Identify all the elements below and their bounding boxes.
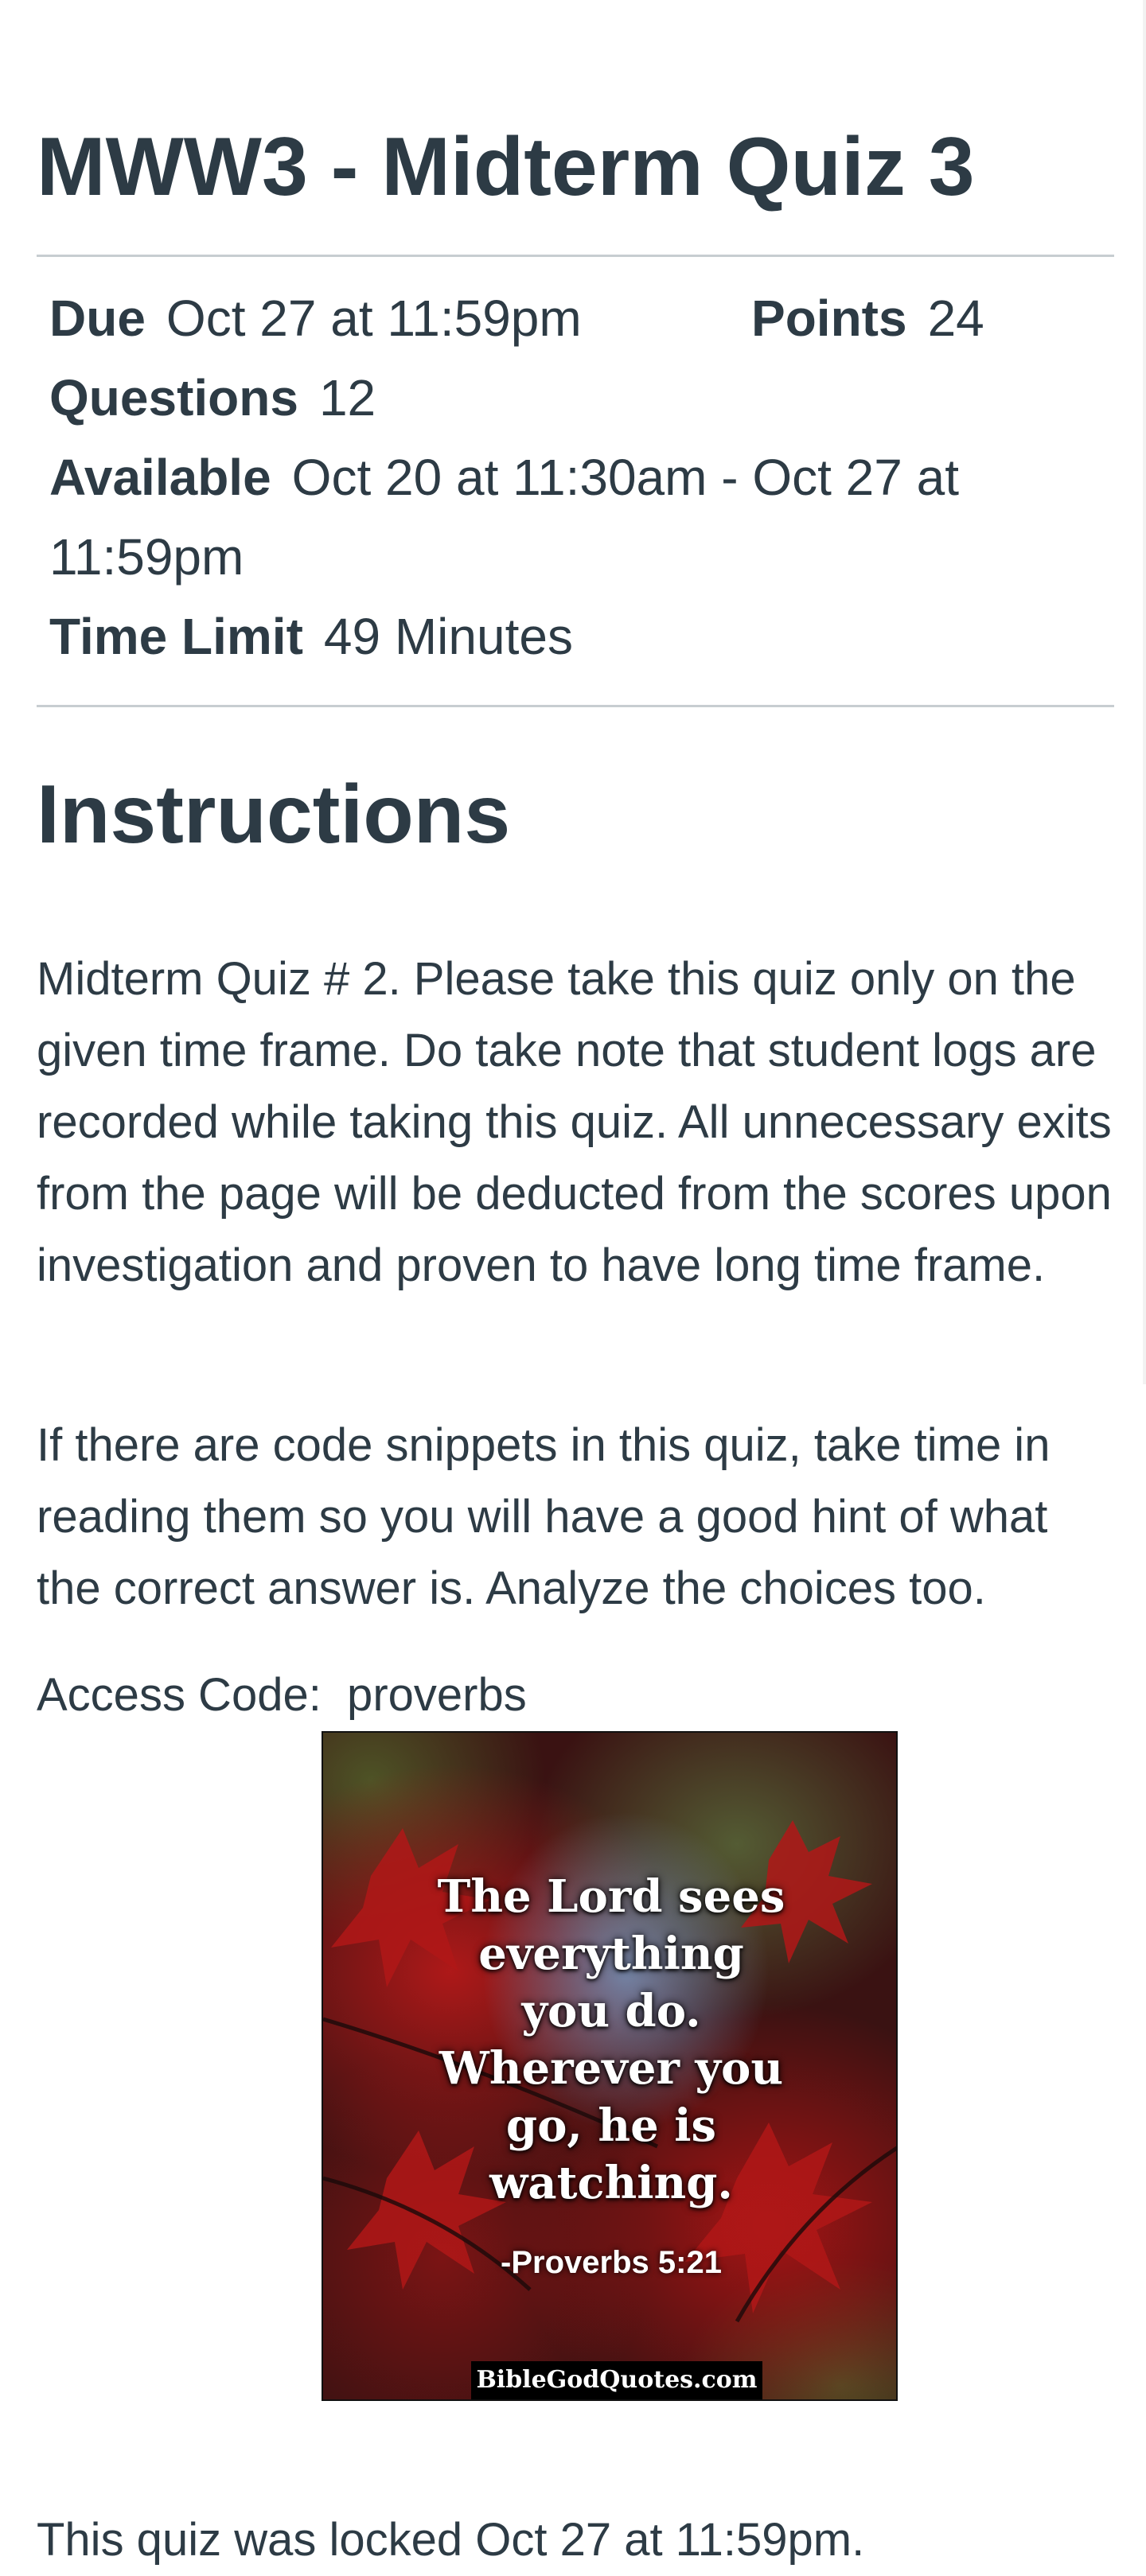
quote-line: Wherever you (439, 2042, 784, 2095)
image-watermark: BibleGodQuotes.com (471, 2361, 762, 2399)
quote-line: you do. (521, 1985, 701, 2037)
quote-line: The Lord sees (437, 1870, 785, 1923)
quiz-title: MWW3 - Midterm Quiz 3 (37, 121, 975, 213)
questions-label: Questions (49, 369, 298, 426)
divider-top (37, 255, 1114, 257)
instructions-heading: Instructions (37, 769, 511, 861)
bible-quote-image: The Lord sees everything you do. Whereve… (322, 1731, 898, 2401)
quiz-details: Due Oct 27 at 11:59pm Points 24 Questions 1… (49, 278, 1100, 676)
questions-row: Questions 12 (49, 358, 1100, 438)
quote-reference: -Proverbs 5:21 (501, 2245, 722, 2280)
due-value: Oct 27 at 11:59pm (166, 290, 582, 347)
quote-line: go, he is (505, 2099, 717, 2152)
access-code-text: Access Code: proverbs (37, 1669, 527, 1721)
points-row: Points 24 (751, 278, 984, 358)
available-label: Available (49, 449, 271, 506)
due-label: Due (49, 290, 146, 347)
time-limit-label: Time Limit (49, 608, 303, 665)
quiz-locked-notice: This quiz was locked Oct 27 at 11:59pm. (37, 2514, 865, 2566)
due-row: Due Oct 27 at 11:59pm Points 24 (49, 278, 1100, 358)
quote-text: The Lord sees everything you do. Whereve… (323, 1868, 896, 2212)
points-label: Points (751, 290, 907, 347)
quote-line: watching. (489, 2157, 733, 2209)
time-limit-value: 49 Minutes (323, 608, 573, 665)
questions-value: 12 (318, 369, 376, 426)
available-row: Available Oct 20 at 11:30am - Oct 27 at 1… (49, 438, 1044, 597)
scrollbar-track[interactable] (1143, 0, 1146, 1384)
divider-bottom (37, 705, 1114, 707)
time-limit-row: Time Limit 49 Minutes (49, 597, 1100, 676)
instructions-paragraph-2: If there are code snippets in this quiz,… (37, 1419, 1050, 1614)
quote-line: everything (478, 1928, 744, 1980)
instructions-paragraph-1: Midterm Quiz # 2. Please take this quiz … (37, 953, 1112, 1291)
points-value: 24 (927, 290, 984, 347)
